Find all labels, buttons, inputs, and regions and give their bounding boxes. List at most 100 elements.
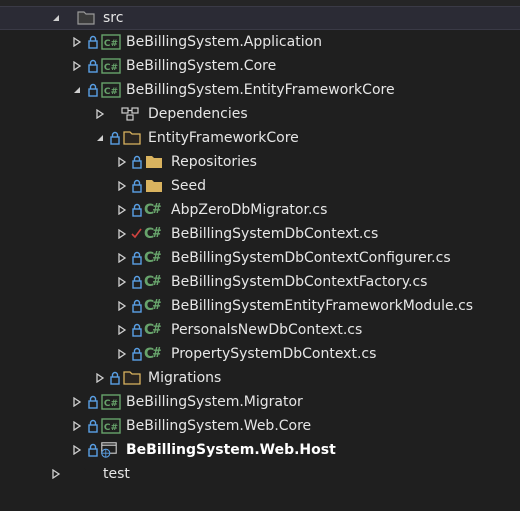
folder-open-icon xyxy=(123,131,141,145)
lock-icon xyxy=(88,35,98,49)
tree-label-file: PersonalsNewDbContext.cs xyxy=(171,322,363,338)
svg-text:C#: C# xyxy=(104,399,118,409)
folder-icon xyxy=(123,371,141,385)
lock-icon xyxy=(132,155,142,169)
lock-icon xyxy=(110,371,120,385)
tree-label-ef-folder: EntityFrameworkCore xyxy=(148,130,299,146)
tree-label-file: AbpZeroDbMigrator.cs xyxy=(171,202,328,218)
dependencies-icon xyxy=(121,107,139,121)
csharp-file-icon: C # xyxy=(144,346,161,362)
lock-icon xyxy=(110,131,120,145)
chevron-right-icon[interactable] xyxy=(117,253,127,263)
tree-row-webcore[interactable]: C# BeBillingSystem.Web.Core xyxy=(0,414,520,438)
csharp-project-icon: C# xyxy=(101,394,121,410)
tree-row-file[interactable]: C # BeBillingSystemDbContext.cs xyxy=(0,222,520,246)
csharp-project-icon: C# xyxy=(101,58,121,74)
tree-row-test[interactable]: test xyxy=(0,462,520,486)
lock-icon xyxy=(88,419,98,433)
folder-icon xyxy=(146,180,162,192)
csharp-file-icon: C # xyxy=(144,226,161,242)
tree-row-application[interactable]: C# BeBillingSystem.Application xyxy=(0,30,520,54)
web-project-icon xyxy=(101,442,117,458)
lock-icon xyxy=(132,203,142,217)
tree-row-migrations[interactable]: Migrations xyxy=(0,366,520,390)
tree-row-file[interactable]: C # BeBillingSystemDbContextFactory.cs xyxy=(0,270,520,294)
tree-label-core: BeBillingSystem.Core xyxy=(126,58,277,74)
csharp-project-icon: C# xyxy=(101,34,121,50)
lock-icon xyxy=(132,251,142,265)
tree-row-src[interactable]: src xyxy=(0,6,520,30)
folder-icon xyxy=(146,156,162,168)
csharp-project-icon: C# xyxy=(101,82,121,98)
lock-icon xyxy=(88,395,98,409)
chevron-down-icon[interactable] xyxy=(72,85,82,95)
csharp-file-icon: C # xyxy=(144,298,161,314)
csharp-file-icon: C # xyxy=(144,202,161,218)
lock-icon xyxy=(88,59,98,73)
svg-text:C#: C# xyxy=(104,63,118,73)
tree-row-file[interactable]: C # PersonalsNewDbContext.cs xyxy=(0,318,520,342)
lock-icon xyxy=(132,179,142,193)
tree-row-migrator[interactable]: C# BeBillingSystem.Migrator xyxy=(0,390,520,414)
tree-row-webhost[interactable]: BeBillingSystem.Web.Host xyxy=(0,438,520,462)
tree-label-repositories: Repositories xyxy=(171,154,257,170)
checkmark-icon xyxy=(131,228,142,239)
tree-row-seed[interactable]: Seed xyxy=(0,174,520,198)
tree-row-efcore-project[interactable]: C# BeBillingSystem.EntityFrameworkCore xyxy=(0,78,520,102)
lock-icon xyxy=(132,275,142,289)
chevron-right-icon[interactable] xyxy=(72,37,82,47)
tree-label-file: PropertySystemDbContext.cs xyxy=(171,346,377,362)
tree-label-dependencies: Dependencies xyxy=(148,106,248,122)
chevron-right-icon[interactable] xyxy=(117,301,127,311)
tree-label-file: BeBillingSystemDbContextConfigurer.cs xyxy=(171,250,451,266)
tree-row-ef-folder[interactable]: EntityFrameworkCore xyxy=(0,126,520,150)
csharp-project-icon: C# xyxy=(101,418,121,434)
csharp-file-icon: C # xyxy=(144,274,161,290)
tree-row-dependencies[interactable]: Dependencies xyxy=(0,102,520,126)
svg-text:C#: C# xyxy=(104,87,118,97)
chevron-right-icon[interactable] xyxy=(117,229,127,239)
chevron-right-icon[interactable] xyxy=(117,349,127,359)
folder-icon xyxy=(78,468,94,480)
tree-row-file[interactable]: C # PropertySystemDbContext.cs xyxy=(0,342,520,366)
tree-row-file[interactable]: C # BeBillingSystemDbContextConfigurer.cs xyxy=(0,246,520,270)
chevron-right-icon[interactable] xyxy=(117,157,127,167)
chevron-down-icon[interactable] xyxy=(95,133,105,143)
tree-label-webcore: BeBillingSystem.Web.Core xyxy=(126,418,312,434)
tree-label-file: BeBillingSystemDbContext.cs xyxy=(171,226,379,242)
tree-label-migrations: Migrations xyxy=(148,370,222,386)
tree-label-file: BeBillingSystemEntityFrameworkModule.cs xyxy=(171,298,474,314)
csharp-file-icon: C # xyxy=(144,322,161,338)
chevron-right-icon[interactable] xyxy=(72,61,82,71)
chevron-right-icon[interactable] xyxy=(72,445,82,455)
svg-text:C#: C# xyxy=(104,39,118,49)
tree-label-test: test xyxy=(103,466,130,482)
chevron-right-icon[interactable] xyxy=(72,397,82,407)
chevron-right-icon[interactable] xyxy=(117,325,127,335)
lock-icon xyxy=(88,443,98,457)
tree-label-seed: Seed xyxy=(171,178,206,194)
chevron-right-icon[interactable] xyxy=(117,277,127,287)
tree-label-migrator: BeBillingSystem.Migrator xyxy=(126,394,303,410)
tree-label-application: BeBillingSystem.Application xyxy=(126,34,323,50)
chevron-right-icon[interactable] xyxy=(95,373,105,383)
lock-icon xyxy=(88,83,98,97)
tree-label-webhost: BeBillingSystem.Web.Host xyxy=(126,442,336,458)
tree-row-repositories[interactable]: Repositories xyxy=(0,150,520,174)
tree-row-core[interactable]: C# BeBillingSystem.Core xyxy=(0,54,520,78)
tree-row-file[interactable]: C # BeBillingSystemEntityFrameworkModule.… xyxy=(0,294,520,318)
chevron-right-icon[interactable] xyxy=(51,469,61,479)
chevron-right-icon[interactable] xyxy=(95,109,105,119)
lock-icon xyxy=(132,323,142,337)
lock-icon xyxy=(132,299,142,313)
tree-label-efcore-project: BeBillingSystem.EntityFrameworkCore xyxy=(126,82,395,98)
chevron-down-icon[interactable] xyxy=(51,13,61,23)
tree-label-src: src xyxy=(103,10,124,26)
folder-icon xyxy=(77,11,95,25)
csharp-file-icon: C # xyxy=(144,250,161,266)
chevron-right-icon[interactable] xyxy=(117,205,127,215)
chevron-right-icon[interactable] xyxy=(117,181,127,191)
chevron-right-icon[interactable] xyxy=(72,421,82,431)
tree-label-file: BeBillingSystemDbContextFactory.cs xyxy=(171,274,428,290)
tree-row-file[interactable]: C # AbpZeroDbMigrator.cs xyxy=(0,198,520,222)
